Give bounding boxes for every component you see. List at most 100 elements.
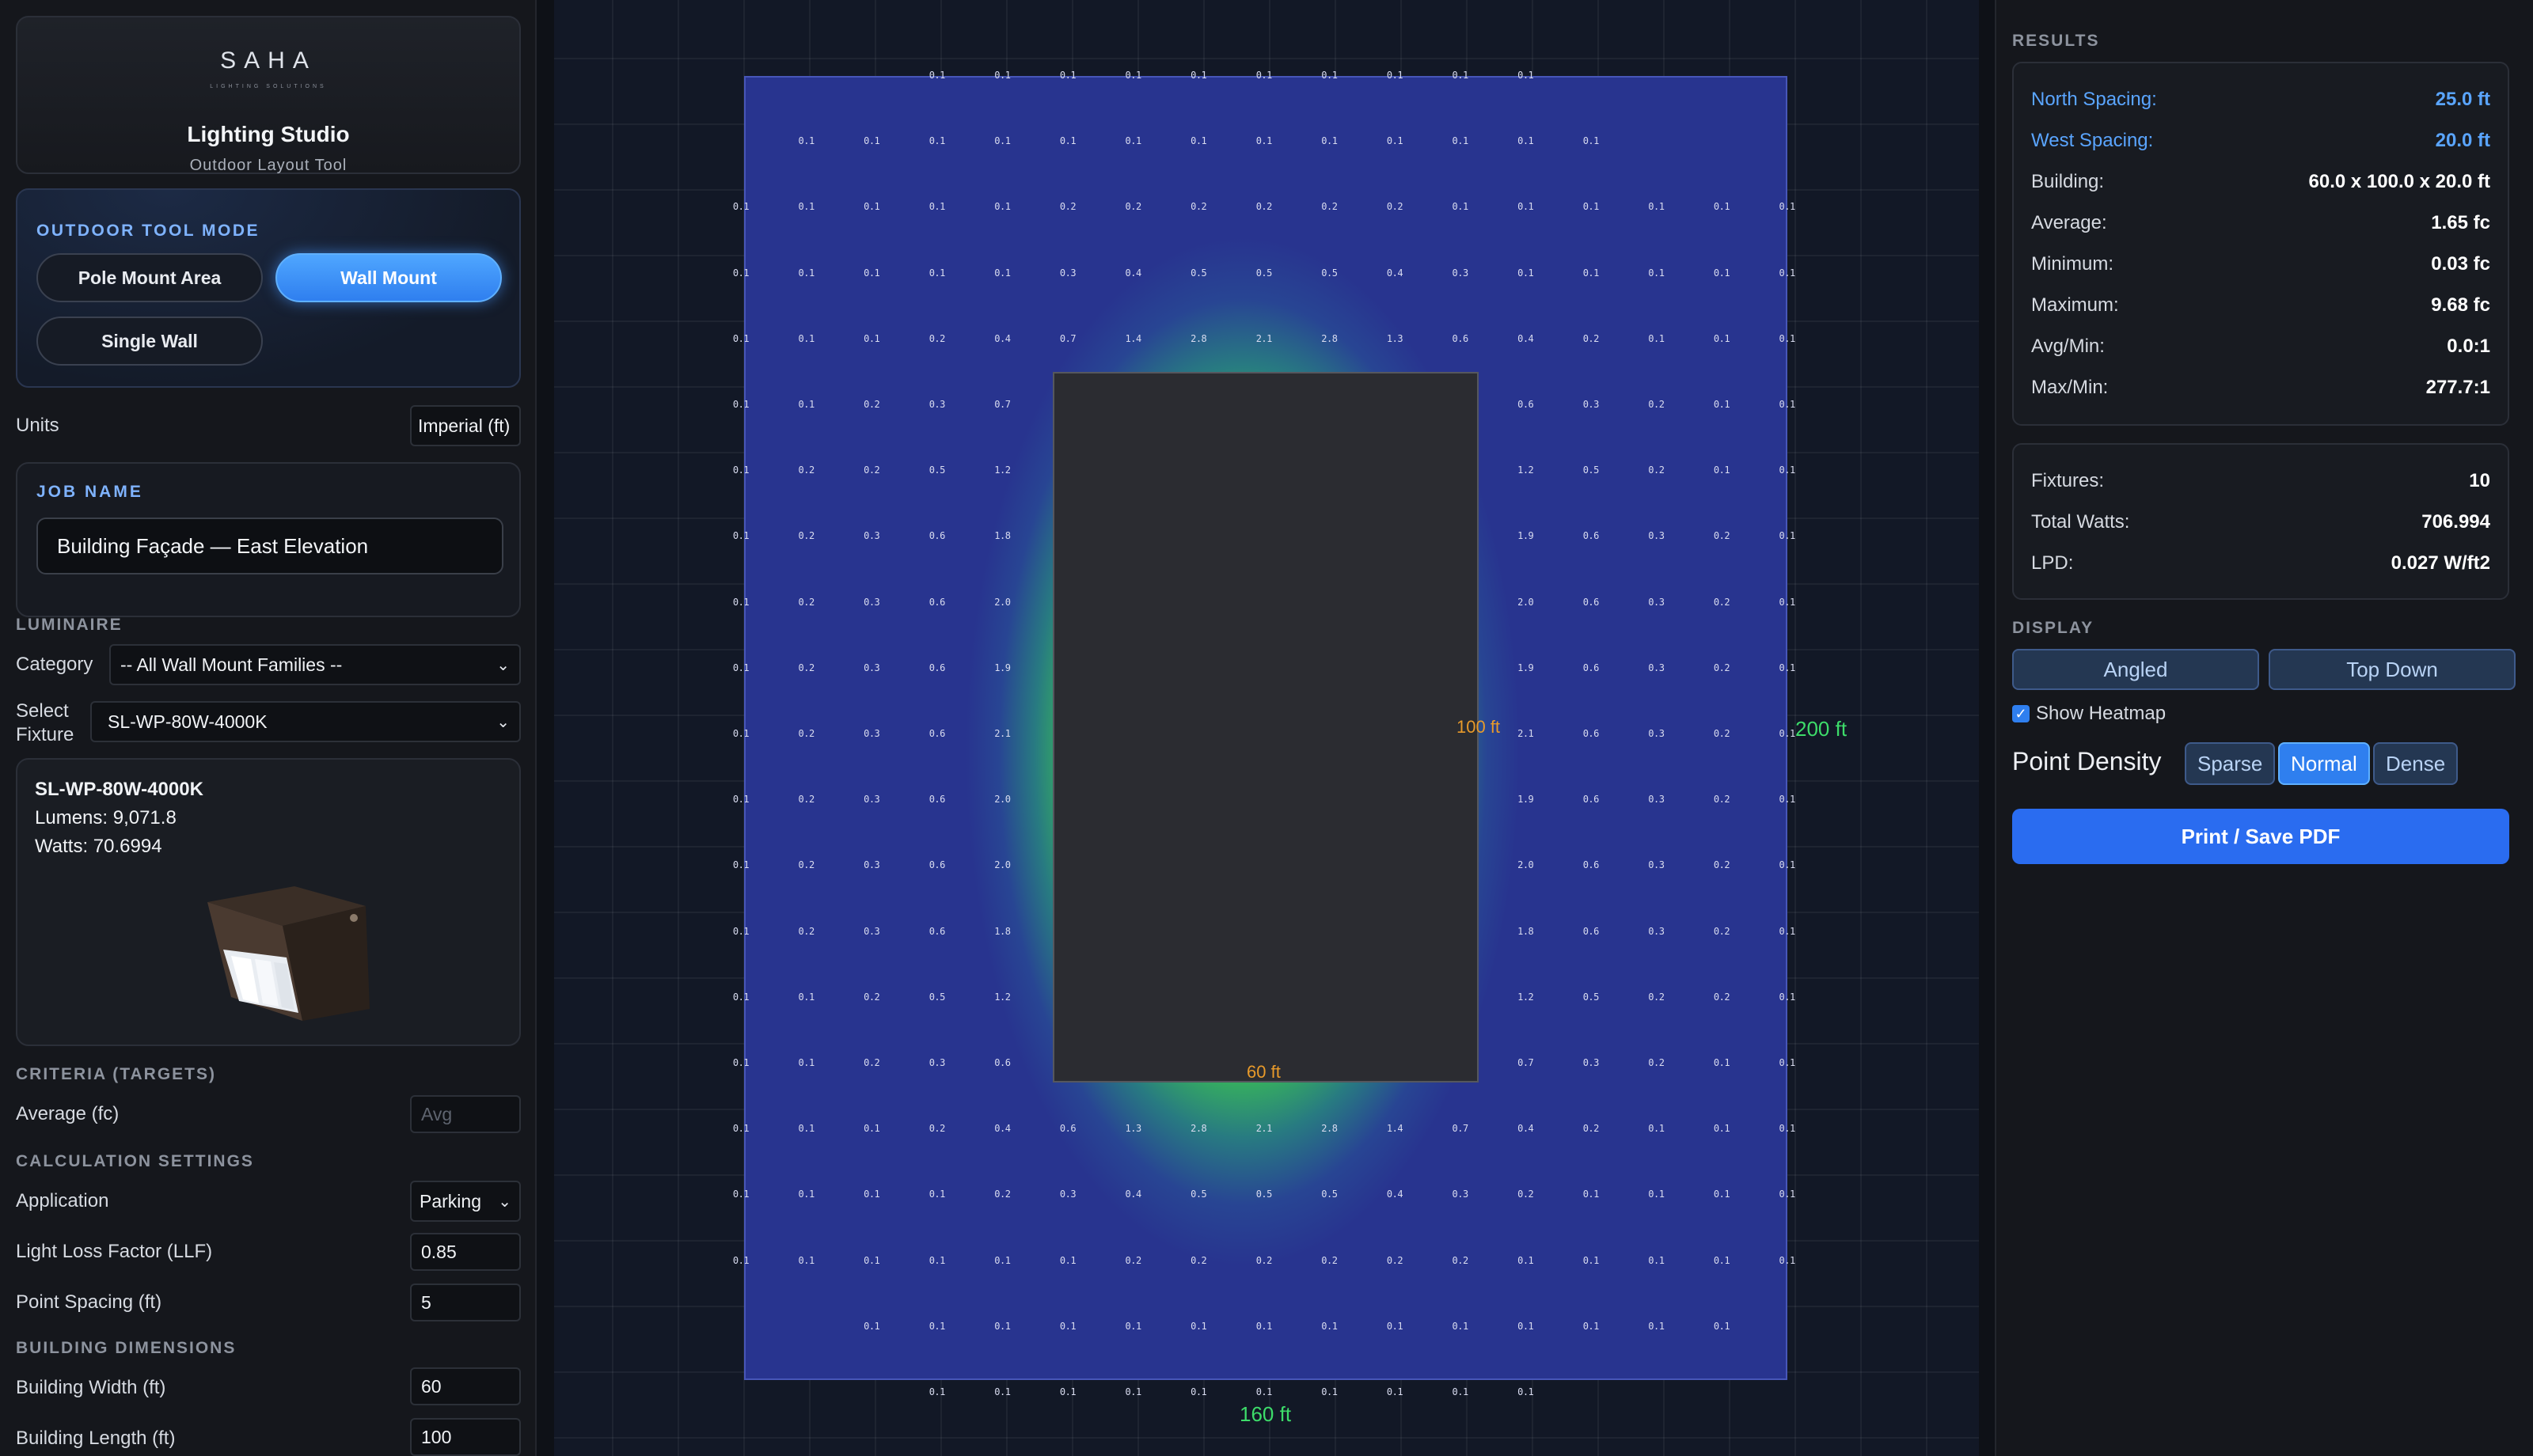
calc-point: 0.2	[1125, 201, 1142, 213]
calc-point: 0.1	[864, 1254, 880, 1266]
calc-point: 0.1	[1517, 1254, 1534, 1266]
calc-point: 0.2	[798, 662, 815, 673]
fixture-select[interactable]: SL-WP-80W-4000K ⌄	[90, 701, 521, 742]
calc-point: 0.2	[1582, 332, 1600, 344]
show-heatmap-row: ✓ Show Heatmap	[2012, 703, 2166, 725]
category-value: -- All Wall Mount Families --	[120, 654, 343, 675]
calc-point: 0.1	[732, 596, 750, 608]
calc-point: 0.1	[1779, 728, 1796, 739]
fixture-watts: Watts: 70.6994	[35, 836, 162, 857]
building-length-input[interactable]: 100	[410, 1418, 521, 1456]
calc-point: 0.1	[1713, 267, 1730, 279]
calc-point: 0.1	[1779, 991, 1796, 1003]
calc-point: 1.8	[994, 925, 1011, 937]
calc-point: 0.6	[994, 1057, 1011, 1068]
calc-point: 0.1	[1779, 596, 1796, 608]
calc-point: 0.1	[732, 530, 750, 542]
calc-point: 1.9	[1517, 794, 1534, 806]
calc-point: 0.1	[929, 201, 946, 213]
calc-point: 0.6	[929, 925, 946, 937]
calc-point: 0.1	[1517, 267, 1534, 279]
calc-point: 0.1	[1452, 1386, 1469, 1397]
luminaire-heading: LUMINAIRE	[16, 616, 123, 634]
maximum-stat: Maximum: 9.68 fc	[2031, 290, 2490, 321]
calc-point: 0.1	[1452, 1320, 1469, 1332]
calc-point: 0.1	[1648, 1254, 1665, 1266]
building-width-input[interactable]: 60	[410, 1367, 521, 1405]
calc-point: 0.1	[994, 135, 1011, 147]
calc-point: 0.3	[864, 728, 880, 739]
calc-point: 2.1	[1255, 1123, 1273, 1135]
calc-point: 1.8	[1517, 925, 1534, 937]
calc-point: 0.1	[1517, 1386, 1534, 1397]
chevron-down-icon: ⌄	[496, 656, 510, 674]
calc-point: 1.9	[994, 662, 1011, 673]
calc-point: 0.1	[732, 399, 750, 410]
calc-point: 0.5	[929, 464, 946, 476]
chevron-down-icon: ⌄	[496, 713, 510, 731]
calc-point: 0.1	[929, 1320, 946, 1332]
calc-point: 2.1	[1517, 728, 1534, 739]
calc-point: 0.2	[1386, 1254, 1403, 1266]
calc-point: 0.1	[1713, 201, 1730, 213]
job-name-input[interactable]: Building Façade — East Elevation	[36, 518, 503, 574]
top-down-view-button[interactable]: Top Down	[2269, 649, 2516, 690]
calc-point: 0.1	[1059, 135, 1077, 147]
units-value: Imperial (ft)	[418, 415, 511, 436]
calc-point: 1.4	[1386, 1123, 1403, 1135]
building-footprint[interactable]	[1053, 372, 1479, 1083]
point-spacing-input[interactable]: 5	[410, 1283, 521, 1321]
calc-point: 1.3	[1386, 332, 1403, 344]
calc-point: 0.3	[1648, 859, 1665, 871]
mode-pole-mount-button[interactable]: Pole Mount Area	[36, 253, 263, 302]
stat-key: Minimum:	[2031, 253, 2114, 275]
calc-point: 0.1	[994, 1386, 1011, 1397]
calc-point: 0.1	[1255, 1386, 1273, 1397]
units-select[interactable]: Imperial (ft)	[410, 405, 521, 446]
calc-point: 0.3	[864, 859, 880, 871]
calc-point: 0.1	[732, 267, 750, 279]
tool-mode-card: OUTDOOR TOOL MODE Pole Mount Area Wall M…	[16, 188, 521, 388]
calc-point: 0.3	[1582, 399, 1600, 410]
calc-point: 0.2	[798, 596, 815, 608]
calc-point: 0.4	[1125, 1189, 1142, 1200]
select-label-line1: Select	[16, 700, 69, 722]
average-fc-input[interactable]: Avg	[410, 1095, 521, 1133]
calc-point: 0.5	[1191, 1189, 1207, 1200]
calc-point: 0.1	[1255, 1320, 1273, 1332]
calc-point: 0.1	[1582, 267, 1600, 279]
calc-point: 2.0	[994, 859, 1011, 871]
density-normal-button[interactable]: Normal	[2278, 742, 2370, 785]
mode-single-wall-button[interactable]: Single Wall	[36, 317, 263, 366]
calc-point: 0.1	[1059, 1386, 1077, 1397]
density-sparse-button[interactable]: Sparse	[2185, 742, 2276, 785]
category-select[interactable]: -- All Wall Mount Families -- ⌄	[109, 644, 521, 685]
mode-wall-mount-button[interactable]: Wall Mount	[275, 253, 502, 302]
application-select[interactable]: Parking ⌄	[410, 1181, 521, 1222]
calc-point: 0.2	[1648, 464, 1665, 476]
print-save-pdf-button[interactable]: Print / Save PDF	[2012, 809, 2509, 864]
calc-point: 0.3	[929, 1057, 946, 1068]
show-heatmap-checkbox[interactable]: ✓	[2012, 705, 2030, 722]
layout-canvas[interactable]: 0.1 0.1 0.1 0.1 0.1 0.1 0.1 0.1 0.1 0.1 0.1 0.1 0.1 0…	[554, 0, 1979, 1456]
job-name-card: JOB NAME Building Façade — East Elevatio…	[16, 462, 521, 617]
calc-point: 0.7	[994, 399, 1011, 410]
calc-point: 0.1	[929, 70, 946, 81]
calc-point: 0.1	[732, 201, 750, 213]
app-title: Lighting Studio	[187, 122, 350, 146]
llf-input[interactable]: 0.85	[410, 1233, 521, 1271]
calc-point: 0.3	[864, 925, 880, 937]
calc-point: 0.1	[1582, 135, 1600, 147]
density-dense-button[interactable]: Dense	[2373, 742, 2459, 785]
calc-point: 0.1	[929, 135, 946, 147]
calc-point: 0.5	[1582, 991, 1600, 1003]
calc-point: 0.7	[1517, 1057, 1534, 1068]
angled-view-button[interactable]: Angled	[2012, 649, 2259, 690]
calc-point: 0.1	[1191, 135, 1207, 147]
calc-point: 0.2	[1321, 201, 1338, 213]
calc-point: 0.1	[798, 991, 815, 1003]
calc-point: 0.1	[1713, 1254, 1730, 1266]
calc-point: 0.1	[1191, 1386, 1207, 1397]
calc-point: 0.2	[1713, 925, 1730, 937]
calc-point: 0.6	[1582, 662, 1600, 673]
